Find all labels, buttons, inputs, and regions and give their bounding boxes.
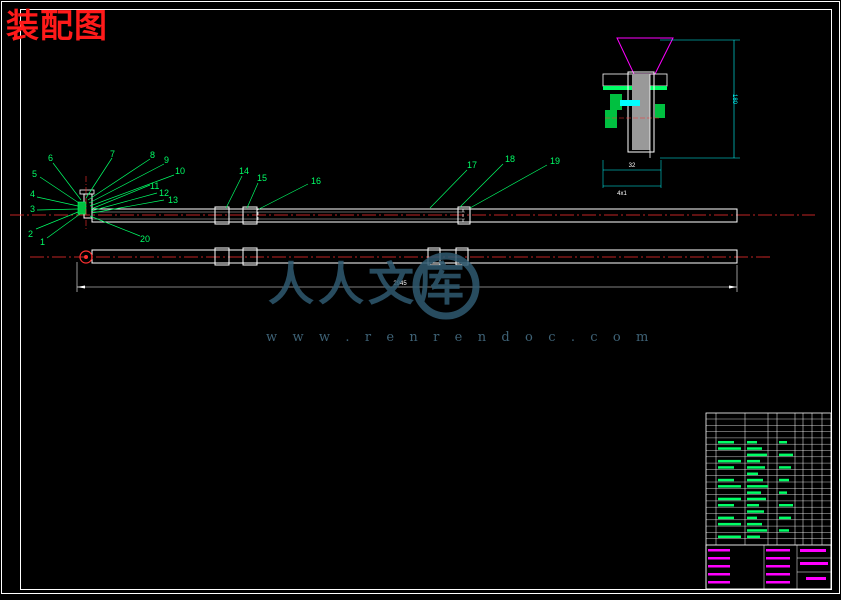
balloon-18: 18: [505, 154, 515, 164]
balloon-10: 10: [175, 166, 185, 176]
detail-gear: [605, 110, 617, 128]
balloon-11: 11: [150, 181, 159, 191]
balloon-15: 15: [257, 173, 267, 183]
balloon-14: 14: [239, 166, 249, 176]
balloon-20: 20: [140, 234, 150, 244]
watermark: 人人文库: [268, 252, 480, 320]
balloon-17: 17: [467, 160, 477, 170]
detail-view-hopper: 180 32 4x1: [602, 37, 740, 197]
balloon-2: 2: [28, 229, 33, 239]
detail-width-bottom-label: 4x1: [617, 191, 627, 197]
balloon-labels: 1 2 3 4 5 6 7 8 9 10 11 12 13 14 15 16 1…: [28, 149, 560, 247]
hopper: [616, 37, 674, 75]
leader-lines: [35, 157, 548, 239]
drive-gear: [77, 201, 87, 215]
drawing-canvas: 2945 1 2 3 4 5 6 7 8 9 10 11 12 13 14 15…: [1, 1, 840, 594]
balloon-13: 13: [168, 195, 178, 205]
tube-top: [91, 208, 738, 223]
balloon-9: 9: [164, 155, 169, 165]
balloon-6: 6: [48, 153, 53, 163]
balloon-4: 4: [30, 189, 35, 199]
auger-section: [257, 208, 464, 223]
detail-width-top-label: 32: [629, 163, 636, 169]
coupling-a: [214, 206, 230, 225]
shaft-top-view: [10, 176, 815, 230]
drawing-title: 装配图: [6, 6, 108, 45]
balloon-19: 19: [550, 156, 560, 166]
assembly-drawing: 2945 1 2 3 4 5 6 7 8 9 10 11 12 13 14 15…: [0, 0, 841, 595]
detail-height-label: 180: [731, 94, 737, 105]
balloon-8: 8: [150, 150, 155, 160]
balloon-16: 16: [311, 176, 321, 186]
watermark-mark: 人人文库: [268, 258, 468, 310]
watermark-url: w w w . r e n r e n d o c . c o m: [266, 330, 654, 345]
balloon-1: 1: [40, 237, 45, 247]
balloon-5: 5: [32, 169, 37, 179]
coupling-c: [457, 206, 471, 225]
parts-list-table: [705, 412, 832, 590]
balloon-7: 7: [110, 149, 115, 159]
coupling-b: [242, 206, 258, 225]
balloon-3: 3: [30, 204, 35, 214]
